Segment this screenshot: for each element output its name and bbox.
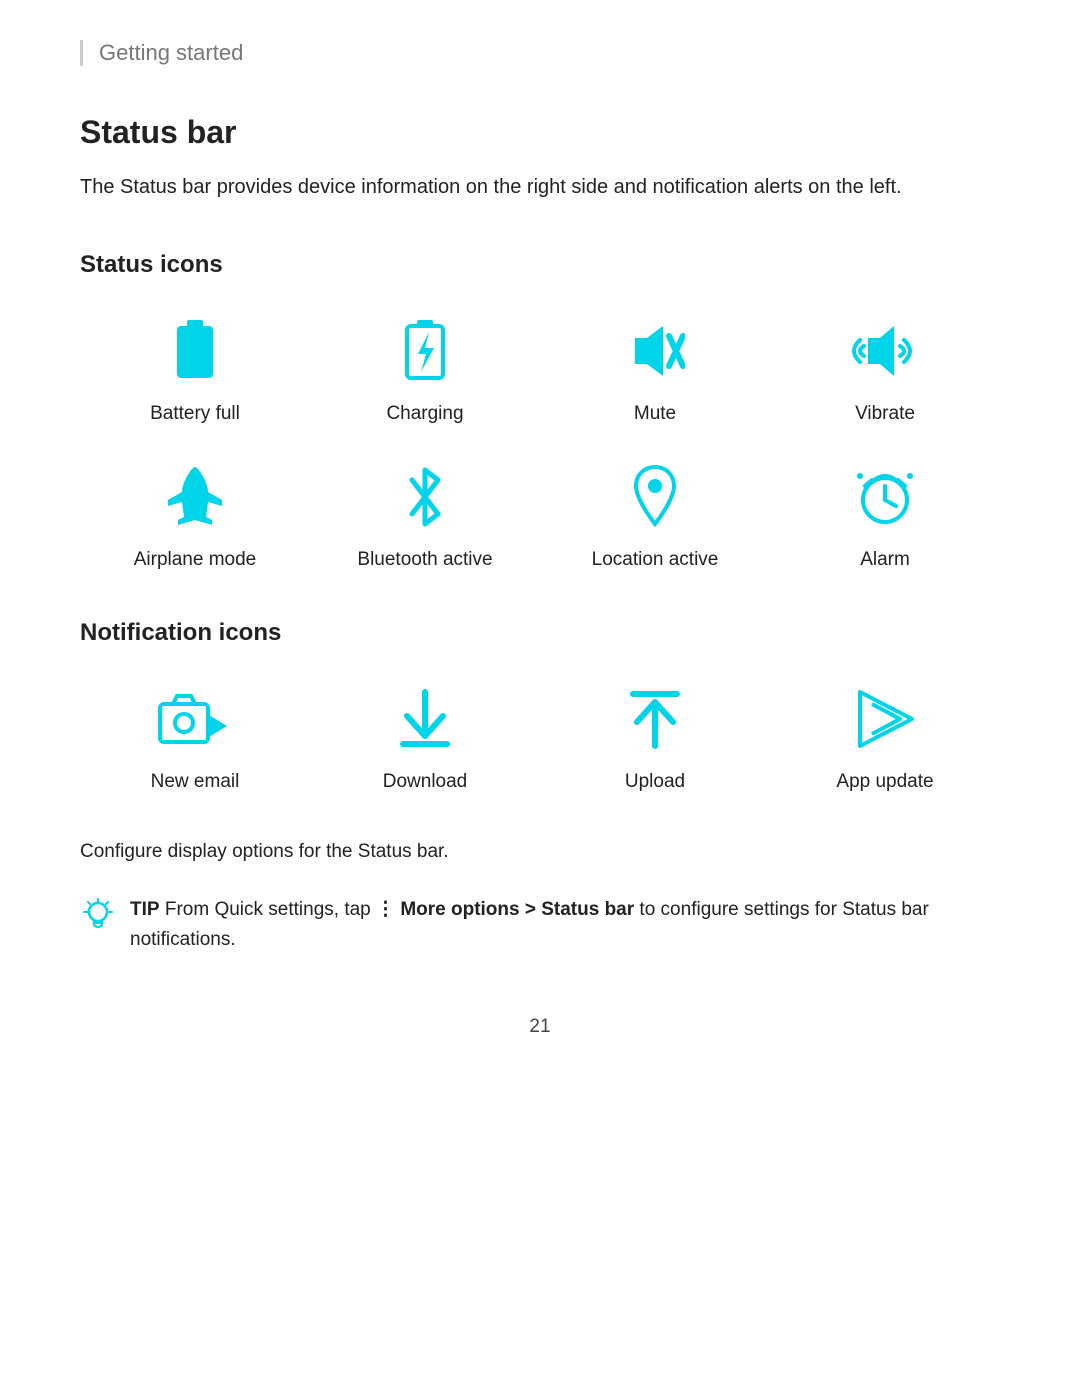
location-label: Location active <box>592 549 719 571</box>
bluetooth-icon <box>400 462 450 532</box>
tip-text-part1: From Quick settings, tap <box>160 899 376 920</box>
breadcrumb: Getting started <box>80 40 1000 66</box>
intro-text: The Status bar provides device informati… <box>80 171 1000 203</box>
battery-full-label: Battery full <box>150 403 240 425</box>
tip-label: TIP <box>130 899 160 920</box>
icon-upload: Upload <box>540 679 770 793</box>
battery-full-icon <box>170 316 220 386</box>
page-number: 21 <box>80 1016 1000 1038</box>
download-label: Download <box>383 771 468 793</box>
upload-icon <box>625 684 685 754</box>
vibrate-icon <box>850 316 920 386</box>
three-dots-icon: ⋮ <box>376 899 400 920</box>
status-icons-heading: Status icons <box>80 251 1000 279</box>
status-icons-grid: Battery full Charging Mute <box>80 311 1000 571</box>
icon-new-email: New email <box>80 679 310 793</box>
icon-airplane: Airplane mode <box>80 457 310 571</box>
tip-box: TIP From Quick settings, tap ⋮ More opti… <box>80 895 1000 956</box>
icon-bluetooth: Bluetooth active <box>310 457 540 571</box>
charging-label: Charging <box>386 403 463 425</box>
icon-alarm: Alarm <box>770 457 1000 571</box>
app-update-icon <box>850 684 920 754</box>
icon-location: Location active <box>540 457 770 571</box>
tip-bold-text: More options > Status bar <box>400 899 634 920</box>
icon-download: Download <box>310 679 540 793</box>
upload-label: Upload <box>625 771 685 793</box>
new-email-icon <box>155 684 235 754</box>
icon-mute: Mute <box>540 311 770 425</box>
icon-battery-full: Battery full <box>80 311 310 425</box>
tip-content: TIP From Quick settings, tap ⋮ More opti… <box>130 895 1000 956</box>
app-update-label: App update <box>836 771 933 793</box>
page-title: Status bar <box>80 114 1000 151</box>
charging-icon <box>400 316 450 386</box>
new-email-label: New email <box>151 771 240 793</box>
alarm-label: Alarm <box>860 549 910 571</box>
icon-vibrate: Vibrate <box>770 311 1000 425</box>
vibrate-label: Vibrate <box>855 403 915 425</box>
notification-icons-heading: Notification icons <box>80 619 1000 647</box>
location-icon <box>630 462 680 532</box>
bluetooth-label: Bluetooth active <box>357 549 492 571</box>
alarm-icon <box>850 462 920 532</box>
mute-icon <box>625 316 685 386</box>
configure-text: Configure display options for the Status… <box>80 841 1000 863</box>
airplane-label: Airplane mode <box>134 549 257 571</box>
icon-charging: Charging <box>310 311 540 425</box>
download-icon <box>395 684 455 754</box>
airplane-icon <box>160 462 230 532</box>
notification-icons-grid: New email Download Upload <box>80 679 1000 793</box>
mute-label: Mute <box>634 403 676 425</box>
tip-lightbulb-icon <box>80 897 116 938</box>
icon-app-update: App update <box>770 679 1000 793</box>
